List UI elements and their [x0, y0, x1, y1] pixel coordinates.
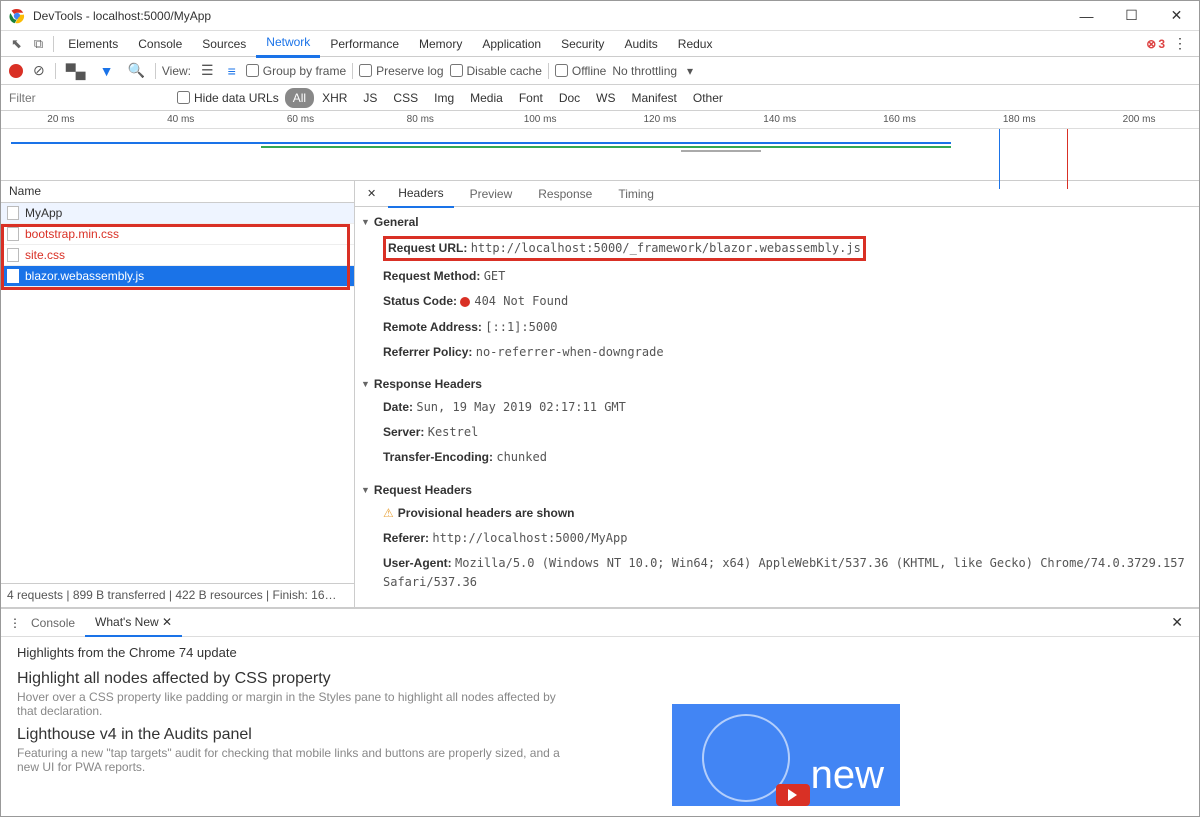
filter-toggle-icon[interactable]: ▼: [96, 61, 118, 81]
request-row-selected[interactable]: blazor.webassembly.js: [1, 266, 354, 287]
filter-type-img[interactable]: Img: [426, 88, 462, 108]
filter-type-ws[interactable]: WS: [588, 88, 623, 108]
large-rows-icon[interactable]: ☰: [197, 60, 218, 81]
filter-type-other[interactable]: Other: [685, 88, 731, 108]
timeline-overview[interactable]: 20 ms40 ms60 ms80 ms100 ms120 ms140 ms16…: [1, 111, 1199, 181]
whatsnew-item-title: Highlight all nodes affected by CSS prop…: [17, 670, 1183, 688]
inspect-icon[interactable]: ⬉: [5, 32, 28, 56]
hide-data-urls-checkbox[interactable]: Hide data URLs: [171, 91, 285, 105]
detail-tab-timing[interactable]: Timing: [608, 181, 664, 207]
titlebar: DevTools - localhost:5000/MyApp — ☐ ✕: [1, 1, 1199, 31]
filter-type-all[interactable]: All: [285, 88, 314, 108]
close-detail-icon[interactable]: ✕: [361, 185, 382, 202]
play-icon: [776, 784, 810, 806]
view-label: View:: [162, 64, 191, 78]
section-general[interactable]: General: [355, 211, 1199, 233]
request-detail: ✕ Headers Preview Response Timing Genera…: [355, 181, 1199, 607]
filter-bar: Hide data URLs All XHR JS CSS Img Media …: [1, 85, 1199, 111]
tab-elements[interactable]: Elements: [58, 31, 128, 57]
file-icon: [7, 206, 19, 220]
whatsnew-item-sub: Featuring a new "tap targets" audit for …: [17, 746, 577, 774]
request-list: Name MyApp bootstrap.min.css site.css bl…: [1, 181, 355, 607]
file-icon: [7, 269, 19, 283]
tab-sources[interactable]: Sources: [192, 31, 256, 57]
minimize-button[interactable]: —: [1064, 1, 1109, 31]
offline-checkbox[interactable]: Offline: [555, 64, 606, 78]
warning-icon: ⚠: [383, 506, 394, 520]
drawer-menu-icon[interactable]: ⋮: [9, 616, 21, 630]
devtools-tabs: ⬉ ⧉ Elements Console Sources Network Per…: [1, 31, 1199, 57]
file-icon: [7, 248, 19, 262]
filter-type-media[interactable]: Media: [462, 88, 511, 108]
network-toolbar: ⊘ ▀▄ ▼ 🔍 View: ☰ ≡ Group by frame Preser…: [1, 57, 1199, 85]
section-response-headers[interactable]: Response Headers: [355, 373, 1199, 395]
chrome-icon: [9, 8, 25, 24]
tab-security[interactable]: Security: [551, 31, 614, 57]
detail-tab-response[interactable]: Response: [528, 181, 602, 207]
whatsnew-item-title: Lighthouse v4 in the Audits panel: [17, 726, 1183, 744]
group-by-frame-checkbox[interactable]: Group by frame: [246, 64, 346, 78]
filter-type-css[interactable]: CSS: [385, 88, 426, 108]
tab-memory[interactable]: Memory: [409, 31, 472, 57]
request-row[interactable]: MyApp: [1, 203, 354, 224]
close-window-button[interactable]: ✕: [1154, 1, 1199, 31]
tab-network[interactable]: Network: [256, 29, 320, 58]
camera-icon[interactable]: ▀▄: [62, 61, 90, 81]
detail-tab-headers[interactable]: Headers: [388, 180, 453, 208]
request-row[interactable]: site.css: [1, 245, 354, 266]
whatsnew-item-sub: Hover over a CSS property like padding o…: [17, 690, 577, 718]
filter-type-xhr[interactable]: XHR: [314, 88, 355, 108]
filter-type-manifest[interactable]: Manifest: [624, 88, 685, 108]
device-toggle-icon[interactable]: ⧉: [28, 32, 49, 56]
maximize-button[interactable]: ☐: [1109, 1, 1154, 31]
whatsnew-headline: Highlights from the Chrome 74 update: [17, 645, 1183, 660]
preserve-log-checkbox[interactable]: Preserve log: [359, 64, 443, 78]
filter-type-doc[interactable]: Doc: [551, 88, 588, 108]
status-dot-icon: [460, 297, 470, 307]
tab-application[interactable]: Application: [472, 31, 551, 57]
column-header-name[interactable]: Name: [1, 181, 354, 203]
filter-type-font[interactable]: Font: [511, 88, 551, 108]
tab-audits[interactable]: Audits: [614, 31, 667, 57]
filter-input[interactable]: [1, 87, 171, 109]
drawer-close-icon[interactable]: ✕: [1163, 610, 1191, 635]
throttling-select[interactable]: No throttling ▾: [612, 64, 693, 78]
file-icon: [7, 227, 19, 241]
more-menu-icon[interactable]: ⋮: [1165, 31, 1195, 56]
whatsnew-video-thumb[interactable]: new: [672, 704, 900, 806]
disable-cache-checkbox[interactable]: Disable cache: [450, 64, 542, 78]
drawer-tab-console[interactable]: Console: [21, 610, 85, 636]
error-count[interactable]: ⊗3: [1146, 37, 1165, 51]
record-button[interactable]: [9, 64, 23, 78]
clear-icon[interactable]: ⊘: [29, 60, 49, 81]
section-request-headers[interactable]: Request Headers: [355, 479, 1199, 501]
search-icon[interactable]: 🔍: [123, 60, 148, 81]
window-title: DevTools - localhost:5000/MyApp: [33, 9, 1064, 23]
tab-performance[interactable]: Performance: [320, 31, 409, 57]
request-row[interactable]: bootstrap.min.css: [1, 224, 354, 245]
drawer-tab-whatsnew[interactable]: What's New ✕: [85, 609, 182, 637]
tab-console[interactable]: Console: [128, 31, 192, 57]
tab-redux[interactable]: Redux: [668, 31, 723, 57]
waterfall-icon[interactable]: ≡: [224, 61, 240, 81]
requests-status: 4 requests | 899 B transferred | 422 B r…: [1, 583, 354, 607]
drawer: ⋮ Console What's New ✕ ✕ Highlights from…: [1, 608, 1199, 790]
detail-tab-preview[interactable]: Preview: [460, 181, 523, 207]
filter-type-js[interactable]: JS: [355, 88, 385, 108]
